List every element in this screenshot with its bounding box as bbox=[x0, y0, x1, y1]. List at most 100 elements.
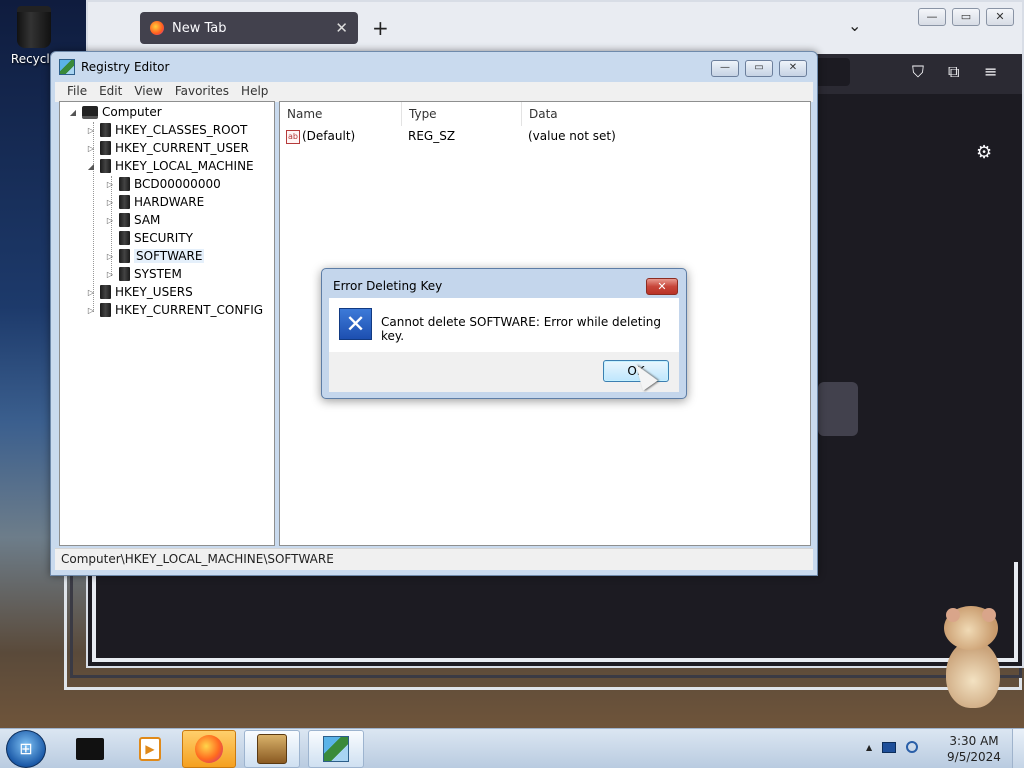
tree-node-sam[interactable]: ▷ SAM bbox=[105, 211, 160, 229]
regedit-menubar: File Edit View Favorites Help bbox=[55, 82, 813, 102]
page-panel bbox=[818, 382, 858, 436]
dialog-close-button[interactable]: ✕ bbox=[646, 278, 678, 295]
tree-node-label: HKEY_USERS bbox=[115, 285, 193, 299]
registry-key-icon bbox=[100, 285, 111, 299]
registry-editor-icon bbox=[323, 736, 349, 762]
new-tab-button[interactable]: + bbox=[372, 16, 389, 40]
tree-node-hkcr[interactable]: ▷ HKEY_CLASSES_ROOT bbox=[86, 121, 247, 139]
hamster-ear bbox=[946, 608, 960, 622]
taskbar-registry-editor[interactable] bbox=[308, 730, 364, 768]
tree-node-security[interactable]: SECURITY bbox=[105, 229, 193, 247]
taskbar-terminal[interactable] bbox=[62, 730, 118, 768]
hamster-body bbox=[946, 640, 1000, 708]
hamster-ear bbox=[982, 608, 996, 622]
tree-node-label-selected: SOFTWARE bbox=[134, 249, 205, 263]
firefox-icon bbox=[195, 735, 223, 763]
tree-node-label: SECURITY bbox=[134, 231, 193, 245]
start-button[interactable]: ⊞ bbox=[6, 730, 46, 768]
string-value-icon: ab bbox=[286, 129, 300, 144]
gear-icon[interactable]: ⚙ bbox=[976, 142, 992, 163]
show-desktop-button[interactable] bbox=[1012, 729, 1024, 768]
regedit-maximize-button[interactable]: ▭ bbox=[745, 60, 773, 77]
regedit-titlebar[interactable]: Registry Editor bbox=[51, 52, 817, 82]
expand-icon[interactable]: ▷ bbox=[105, 270, 115, 279]
column-header-data[interactable]: Data bbox=[522, 102, 810, 126]
menu-file[interactable]: File bbox=[61, 82, 93, 102]
expand-icon[interactable]: ▷ bbox=[86, 126, 96, 135]
computer-icon bbox=[82, 105, 98, 119]
tree-node-label: HKEY_CURRENT_USER bbox=[115, 141, 249, 155]
taskbar-firefox[interactable] bbox=[182, 730, 236, 768]
tree-node-computer[interactable]: ◢ Computer bbox=[68, 103, 162, 121]
regedit-close-button[interactable]: ✕ bbox=[779, 60, 807, 77]
network-icon[interactable] bbox=[882, 741, 897, 753]
browser-tab-bar: New Tab ✕ + ⌄ — ▭ ✕ bbox=[88, 2, 1022, 54]
terminal-icon bbox=[76, 738, 104, 760]
show-hidden-icons-button[interactable]: ▲ bbox=[866, 743, 872, 752]
taskbar-media-player[interactable]: ▶ bbox=[122, 730, 178, 768]
value-name-cell: ab (Default) bbox=[286, 129, 355, 144]
volume-icon[interactable] bbox=[906, 741, 919, 753]
pocket-icon[interactable]: ⛉ bbox=[912, 62, 924, 82]
error-dialog: Error Deleting Key ✕ ✕ Cannot delete SOF… bbox=[321, 268, 687, 399]
menu-edit[interactable]: Edit bbox=[93, 82, 128, 102]
registry-key-icon bbox=[100, 141, 111, 155]
tree-node-label: SAM bbox=[134, 213, 161, 227]
browser-tab[interactable]: New Tab ✕ bbox=[140, 12, 358, 44]
error-x-icon: ✕ bbox=[339, 308, 372, 340]
firefox-icon bbox=[150, 21, 164, 35]
expand-icon[interactable]: ▷ bbox=[105, 180, 115, 189]
tree-node-label: HKEY_LOCAL_MACHINE bbox=[115, 159, 254, 173]
regedit-minimize-button[interactable]: — bbox=[711, 60, 739, 77]
dialog-body: ✕ Cannot delete SOFTWARE: Error while de… bbox=[329, 298, 679, 352]
expand-icon[interactable]: ▷ bbox=[86, 306, 96, 315]
tree-node-hklm[interactable]: ◢ HKEY_LOCAL_MACHINE bbox=[86, 157, 254, 175]
menu-view[interactable]: View bbox=[128, 82, 168, 102]
list-all-tabs-button[interactable]: ⌄ bbox=[848, 16, 861, 35]
clock-time: 3:30 AM bbox=[949, 734, 999, 748]
registry-key-icon bbox=[119, 249, 130, 263]
clock-date: 9/5/2024 bbox=[947, 750, 1001, 764]
column-header-name[interactable]: Name bbox=[280, 102, 402, 126]
expand-icon[interactable]: ▷ bbox=[105, 198, 115, 207]
registry-editor-icon bbox=[59, 59, 75, 75]
browser-close-button[interactable]: ✕ bbox=[986, 8, 1014, 26]
clock[interactable]: 3:30 AM 9/5/2024 bbox=[944, 733, 1004, 765]
tree-node-bcd[interactable]: ▷ BCD00000000 bbox=[105, 175, 221, 193]
expand-icon[interactable]: ▷ bbox=[105, 252, 115, 261]
browser-maximize-button[interactable]: ▭ bbox=[952, 8, 980, 26]
registry-tree: ◢ Computer ▷ HKEY_CLASSES_ROOT ▷ HKEY_CU… bbox=[59, 101, 275, 546]
tree-node-system[interactable]: ▷ SYSTEM bbox=[105, 265, 182, 283]
recycle-bin-icon bbox=[17, 6, 51, 48]
status-bar: Computer\HKEY_LOCAL_MACHINE\SOFTWARE bbox=[55, 548, 813, 570]
expand-icon[interactable]: ▷ bbox=[86, 288, 96, 297]
menu-help[interactable]: Help bbox=[235, 82, 274, 102]
tree-node-software[interactable]: ▷ SOFTWARE bbox=[105, 247, 205, 265]
expand-icon[interactable]: ▷ bbox=[105, 216, 115, 225]
taskbar: ⊞ ▶ ▲ 3:30 AM 9/5/2024 bbox=[0, 728, 1024, 768]
collapse-icon[interactable]: ◢ bbox=[86, 162, 96, 171]
registry-key-icon bbox=[119, 195, 130, 209]
menu-icon[interactable]: ≡ bbox=[984, 62, 997, 81]
taskbar-hamster-box[interactable] bbox=[244, 730, 300, 768]
registry-key-icon bbox=[119, 213, 130, 227]
registry-key-icon bbox=[119, 267, 130, 281]
tree-node-label: HARDWARE bbox=[134, 195, 205, 209]
registry-key-icon bbox=[119, 177, 130, 191]
collapse-icon[interactable]: ◢ bbox=[68, 108, 78, 117]
table-row[interactable]: ab (Default) REG_SZ (value not set) bbox=[280, 128, 810, 146]
tree-node-hku[interactable]: ▷ HKEY_USERS bbox=[86, 283, 193, 301]
menu-favorites[interactable]: Favorites bbox=[169, 82, 235, 102]
value-name: (Default) bbox=[302, 129, 356, 143]
column-header-type[interactable]: Type bbox=[402, 102, 522, 126]
hamster-mascot bbox=[940, 606, 1006, 710]
tab-close-icon[interactable]: ✕ bbox=[335, 19, 348, 37]
expand-icon[interactable]: ▷ bbox=[86, 144, 96, 153]
tree-node-hkcu[interactable]: ▷ HKEY_CURRENT_USER bbox=[86, 139, 249, 157]
tree-node-hkcc[interactable]: ▷ HKEY_CURRENT_CONFIG bbox=[86, 301, 263, 319]
extensions-icon[interactable]: ⧉ bbox=[948, 62, 959, 82]
tree-node-label: BCD00000000 bbox=[134, 177, 221, 191]
browser-minimize-button[interactable]: — bbox=[918, 8, 946, 26]
page-border bbox=[92, 562, 1018, 662]
tree-node-hardware[interactable]: ▷ HARDWARE bbox=[105, 193, 204, 211]
